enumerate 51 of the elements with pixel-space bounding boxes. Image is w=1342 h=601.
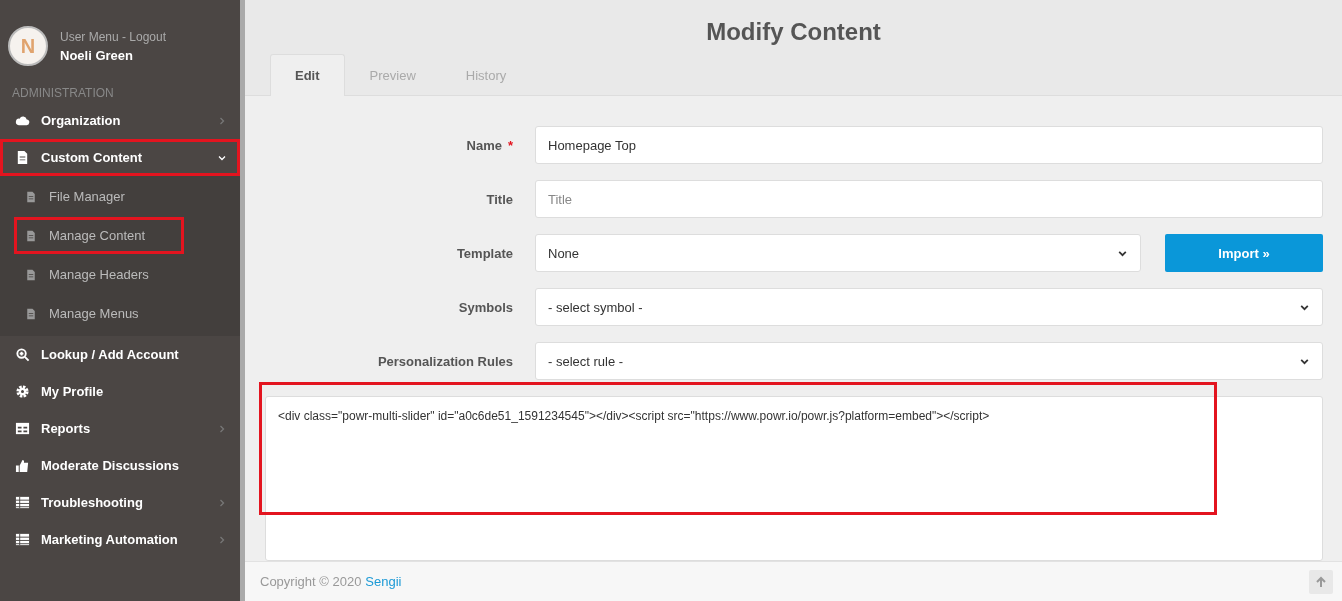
required-asterisk: * xyxy=(507,137,513,153)
arrow-up-icon xyxy=(1315,575,1327,588)
avatar: N xyxy=(8,26,48,66)
nav-item[interactable]: Moderate Discussions xyxy=(0,447,240,484)
nav-item[interactable]: My Profile xyxy=(0,373,240,410)
select-dropdown[interactable]: - select symbol - xyxy=(535,288,1323,326)
user-name: Noeli Green xyxy=(60,47,134,63)
tab[interactable]: Edit xyxy=(270,54,345,96)
text-input[interactable]: Homepage Top xyxy=(535,126,1323,164)
nav-item[interactable]: Organization xyxy=(0,102,240,139)
document-icon xyxy=(25,268,37,281)
chevron-right-icon xyxy=(217,115,227,126)
nav-item[interactable]: Troubleshooting xyxy=(0,484,240,521)
nav-item[interactable]: Marketing Automation xyxy=(0,521,240,558)
chevron-right-icon xyxy=(217,497,227,508)
scrollbar[interactable] xyxy=(240,0,245,601)
chevron-right-icon xyxy=(217,423,227,434)
document-icon xyxy=(25,229,37,242)
field-label: Personalization Rules xyxy=(377,353,513,369)
select-dropdown[interactable]: - select rule - xyxy=(535,342,1323,380)
submenu-item[interactable]: File Manager xyxy=(14,178,184,215)
content-textarea[interactable]: <div class="powr-multi-slider" id="a0c6de51_1591234545"></div><script src="https://www.powr.io/powr.js?platform=embed"></script> xyxy=(265,396,1323,561)
search-icon xyxy=(15,347,30,362)
nav-item[interactable]: Lookup / Add Account xyxy=(0,336,240,373)
doc-icon xyxy=(15,150,30,165)
thumb-icon xyxy=(15,458,30,473)
nav-item[interactable]: Reports xyxy=(0,410,240,447)
field-label: Symbols xyxy=(458,299,513,315)
scroll-top-button[interactable] xyxy=(1309,569,1333,594)
list-icon xyxy=(15,532,30,547)
page-title: Modify Content xyxy=(705,17,882,47)
document-icon xyxy=(25,307,37,320)
select-dropdown[interactable]: None xyxy=(535,234,1141,272)
submenu-item[interactable]: Manage Menus xyxy=(14,295,184,332)
cloud-icon xyxy=(15,113,30,128)
submenu-item[interactable]: Manage Headers xyxy=(14,256,184,293)
copyright-text: Copyright © 2020 xyxy=(260,574,362,589)
user-menu-link[interactable]: User Menu - Logout xyxy=(60,29,167,44)
section-label: ADMINISTRATION xyxy=(11,85,115,102)
grid-icon xyxy=(15,421,30,436)
field-label: Name xyxy=(466,137,502,153)
field-label: Template xyxy=(456,245,513,261)
submenu-item[interactable]: Manage Content xyxy=(14,217,184,254)
chevron-right-icon xyxy=(217,534,227,545)
text-input[interactable]: Title xyxy=(535,180,1323,218)
list-icon xyxy=(15,495,30,510)
nav-item[interactable]: Custom Content xyxy=(0,139,240,176)
document-icon xyxy=(25,190,37,203)
code-text: <div class="powr-multi-slider" id="a0c6de51_1591234545"></div><script src="https://www.powr.io/powr.js?platform=embed"></script> xyxy=(278,409,990,423)
gear-icon xyxy=(15,384,30,399)
field-label: Title xyxy=(486,191,513,207)
